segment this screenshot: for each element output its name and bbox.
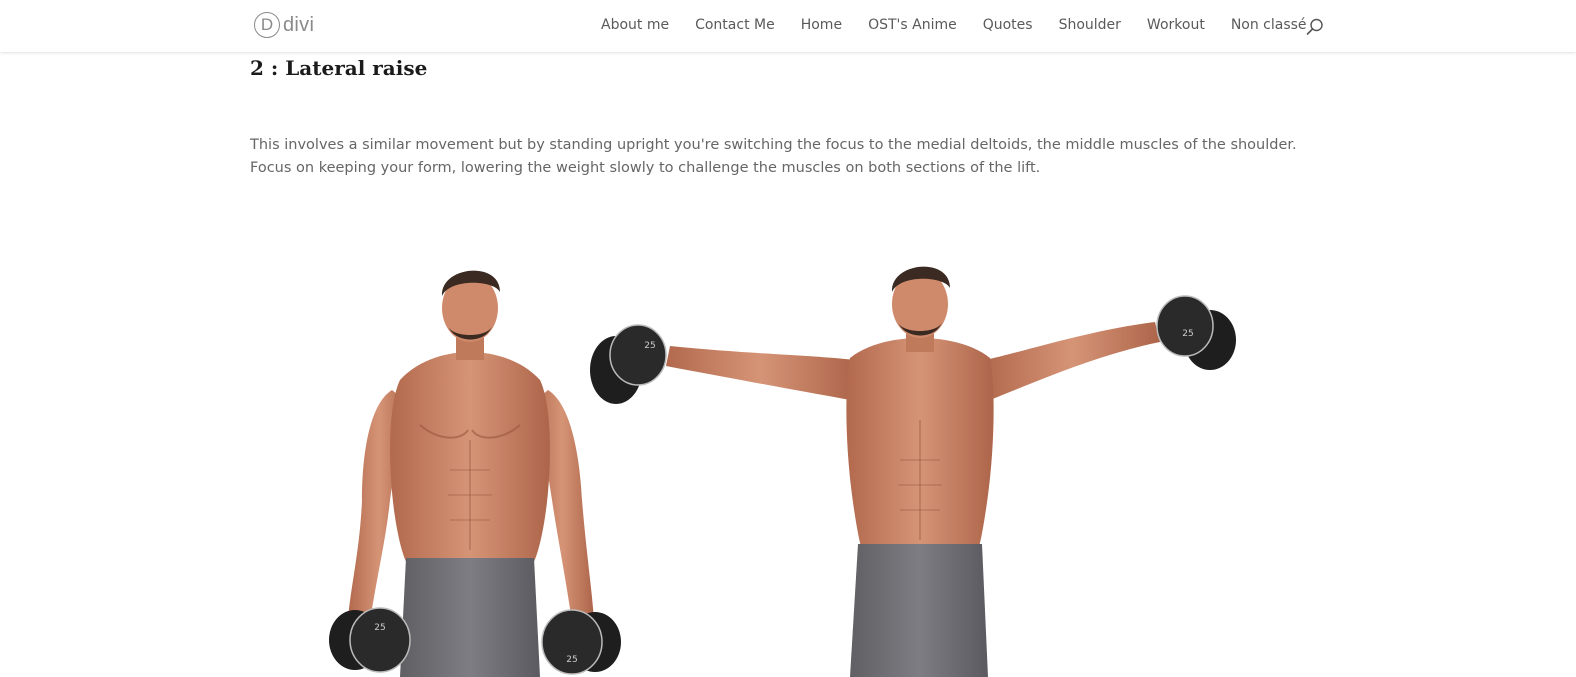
dumbbell: 25 (329, 607, 411, 673)
dumbbell: 25 (1156, 295, 1236, 370)
article-paragraph: This involves a similar movement but by … (250, 137, 1297, 176)
nav-item-non-classe[interactable]: Non classé (1231, 17, 1307, 33)
nav-item-osts-anime[interactable]: OST's Anime (868, 17, 957, 33)
dumbbell: 25 (590, 324, 667, 404)
site-header: D divi About me Contact Me Home OST's An… (0, 0, 1576, 52)
figure-arms-down: 25 25 (329, 270, 621, 677)
logo-text: divi (283, 13, 315, 36)
article-heading: 2 : Lateral raise (250, 56, 428, 80)
nav-item-home[interactable]: Home (801, 17, 842, 33)
nav-item-shoulder[interactable]: Shoulder (1059, 17, 1121, 33)
nav-item-quotes[interactable]: Quotes (983, 17, 1033, 33)
search-icon[interactable] (1305, 17, 1325, 37)
figure-arms-raised: 25 25 (590, 266, 1236, 677)
nav-item-contact-me[interactable]: Contact Me (695, 17, 775, 33)
dumbbell-weight-label: 25 (374, 623, 385, 633)
logo-mark: D (254, 12, 280, 38)
dumbbell-weight-label: 25 (644, 341, 655, 351)
dumbbell-weight-label: 25 (1182, 329, 1193, 339)
nav-item-about-me[interactable]: About me (601, 17, 669, 33)
dumbbell: 25 (541, 609, 621, 675)
dumbbell-weight-label: 25 (566, 655, 577, 665)
site-logo[interactable]: D divi (254, 12, 314, 38)
main-nav: About me Contact Me Home OST's Anime Quo… (601, 17, 1307, 33)
nav-item-workout[interactable]: Workout (1147, 17, 1205, 33)
lateral-raise-illustration: 25 25 25 25 (329, 266, 1236, 677)
